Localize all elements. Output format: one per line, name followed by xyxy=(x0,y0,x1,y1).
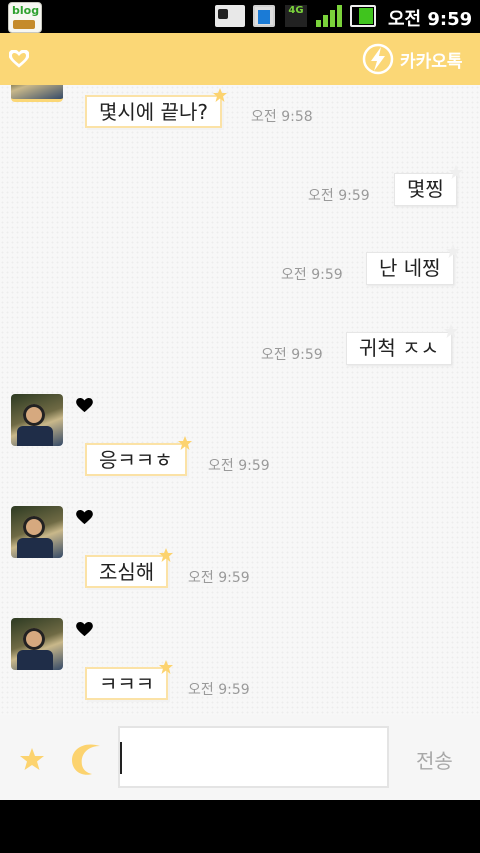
avatar[interactable] xyxy=(11,618,63,670)
message-bubble-incoming[interactable]: 몇시에 끝나? xyxy=(85,88,227,128)
battery-icon xyxy=(350,5,376,27)
message-text: 몇시에 끝나? xyxy=(99,100,208,124)
avatar[interactable] xyxy=(11,85,63,102)
avatar[interactable] xyxy=(11,506,63,558)
screenshot-notification-icon xyxy=(215,5,245,27)
message-bubble-incoming[interactable]: 조심해 xyxy=(85,548,174,588)
message-bubble-outgoing[interactable]: 몇찡 xyxy=(394,165,463,206)
status-time: 오전 9:59 xyxy=(388,9,473,30)
message-text: ㅋㅋㅋ xyxy=(99,672,155,696)
heart-outline-icon[interactable] xyxy=(9,50,29,68)
message-timestamp: 오전 9:58 xyxy=(251,109,313,125)
message-bubble-incoming[interactable]: ㅋㅋㅋ xyxy=(85,660,174,700)
message-bubble-incoming[interactable]: 응ㅋㅋㅎ xyxy=(85,436,192,476)
message-text: 난 네찡 xyxy=(379,256,441,280)
phone-icon xyxy=(253,5,275,27)
heart-icon xyxy=(76,510,93,525)
chat-message-list[interactable]: 몇시에 끝나? 오전 9:58 오전 9:59 몇찡 오전 9:59 난 네찡 … xyxy=(0,85,480,715)
message-timestamp: 오전 9:59 xyxy=(208,458,270,474)
blog-icon-label: blog xyxy=(12,4,40,17)
message-timestamp: 오전 9:59 xyxy=(188,570,250,586)
message-bubble-outgoing[interactable]: 난 네찡 xyxy=(366,244,460,285)
message-input[interactable] xyxy=(118,726,389,788)
message-timestamp: 오전 9:59 xyxy=(261,347,323,363)
message-text: 몇찡 xyxy=(407,177,444,201)
moon-icon[interactable] xyxy=(70,740,108,778)
blog-app-icon[interactable]: blog xyxy=(8,2,42,33)
message-timestamp: 오전 9:59 xyxy=(308,188,370,204)
heart-icon xyxy=(76,622,93,637)
signal-strength-icon xyxy=(316,5,344,27)
star-icon[interactable] xyxy=(20,748,44,770)
avatar[interactable] xyxy=(11,394,63,446)
message-timestamp: 오전 9:59 xyxy=(281,267,343,283)
message-bubble-outgoing[interactable]: 귀척 ㅈㅅ xyxy=(346,324,458,365)
heart-icon xyxy=(76,398,93,413)
send-button[interactable]: 전송 xyxy=(416,745,453,774)
kakao-logo-icon xyxy=(362,43,394,75)
message-text: 조심해 xyxy=(99,560,155,584)
app-brand-title: 카카오톡 xyxy=(400,52,463,72)
message-text: 귀척 ㅈㅅ xyxy=(359,336,439,360)
text-cursor xyxy=(120,742,122,774)
message-text: 응ㅋㅋㅎ xyxy=(99,448,173,472)
network-4g-icon: 4G xyxy=(285,5,307,27)
message-timestamp: 오전 9:59 xyxy=(188,682,250,698)
bottom-bar xyxy=(0,800,480,853)
status-bar: blog 4G 오전 9:59 xyxy=(0,0,480,33)
